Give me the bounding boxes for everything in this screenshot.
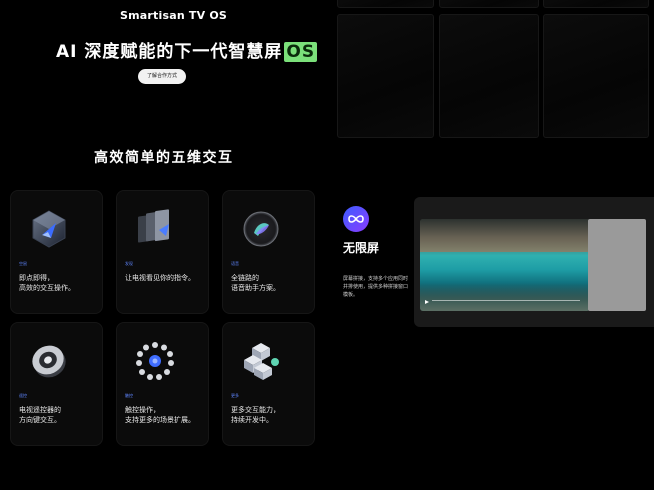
preview-tile (543, 14, 649, 138)
preview-tile (337, 0, 434, 8)
card-description: 电视遥控器的 方向键交互。 (19, 406, 61, 424)
cube-cursor-icon (29, 209, 69, 249)
preview-tile (439, 14, 539, 138)
preview-tile (337, 14, 434, 138)
card-description: 让电视看见你的指令。 (125, 274, 195, 282)
stacked-cubes-icon (241, 341, 281, 381)
card-tag: 空鼠 (19, 261, 27, 266)
voice-orb-icon (241, 209, 281, 249)
card-description: 即点即得， 高效的交互操作。 (19, 274, 75, 292)
card-tag: 更多 (231, 393, 239, 398)
preview-grid (335, 0, 650, 138)
video-frame-seabed (420, 283, 590, 311)
card-tag: 遥控 (19, 393, 27, 398)
video-frame-rocks (420, 219, 590, 253)
video-progress-bar[interactable] (432, 300, 580, 301)
card-description: 更多交互能力， 持续开发中。 (231, 406, 280, 424)
touch-ring-icon (135, 341, 175, 381)
preview-tile (439, 0, 539, 8)
hero-title-main: AI 深度赋能的下一代智慧屏 (56, 42, 283, 62)
play-icon[interactable] (425, 300, 429, 304)
partnership-button[interactable]: 了解合作方式 (138, 69, 186, 84)
card-description: 触控操作， 支持更多的场景扩展。 (125, 406, 195, 424)
infinity-icon (342, 205, 370, 233)
preview-tile (543, 0, 649, 8)
interaction-card-remote[interactable]: 遥控 电视遥控器的 方向键交互。 (10, 322, 103, 446)
demo-side-window (588, 219, 646, 311)
hero-title-highlight: OS (284, 42, 318, 62)
card-description: 全链路的 语音助手方案。 (231, 274, 280, 292)
hero-title: AI 深度赋能的下一代智慧屏 OS (56, 37, 318, 62)
interaction-card-more[interactable]: 更多 更多交互能力， 持续开发中。 (222, 322, 315, 446)
feature-name: 无限屏 (343, 241, 380, 255)
feature-infinite-screen: 无限屏 屏幕拼接，支持多个应用同时并排使用，提供多种拼接窗口模板。 (340, 205, 412, 325)
feature-description: 屏幕拼接，支持多个应用同时并排使用，提供多种拼接窗口模板。 (343, 276, 409, 298)
section-title: 高效简单的五维交互 (94, 150, 234, 166)
interaction-card-voice[interactable]: 语音 全链路的 语音助手方案。 (222, 190, 315, 314)
demo-video-window[interactable] (420, 219, 590, 311)
interaction-card-air-mouse[interactable]: 空鼠 即点即得， 高效的交互操作。 (10, 190, 103, 314)
card-tag: 发现 (125, 261, 133, 266)
interaction-card-discovery[interactable]: 发现 让电视看见你的指令。 (116, 190, 209, 314)
dpad-remote-icon (29, 341, 69, 381)
card-tag: 语音 (231, 261, 239, 266)
card-tag: 触控 (125, 393, 133, 398)
brand-logo: Smartisan TV OS (120, 9, 228, 22)
interaction-card-touch[interactable]: 触控 触控操作， 支持更多的场景扩展。 (116, 322, 209, 446)
infinite-screen-demo (414, 197, 654, 327)
layered-panels-icon (135, 209, 175, 249)
